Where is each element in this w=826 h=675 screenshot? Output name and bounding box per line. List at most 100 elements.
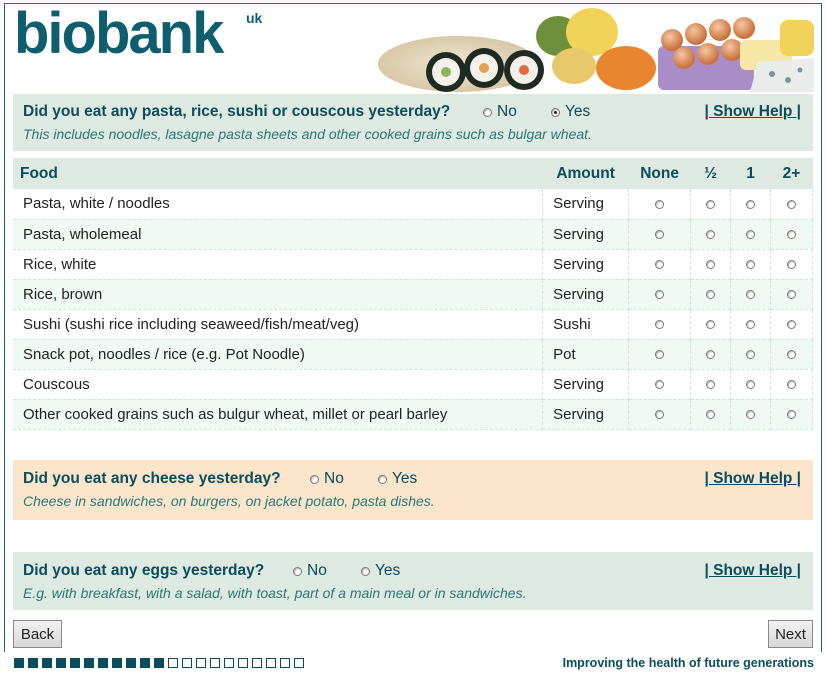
portion-radio-two-plus[interactable] xyxy=(787,380,796,390)
progress-step-done xyxy=(154,658,164,668)
food-table: Food Amount None ½ 1 2+ Pasta, white / n… xyxy=(13,158,813,430)
portion-radio-none[interactable] xyxy=(655,230,665,240)
food-name: Pasta, wholemeal xyxy=(13,219,544,250)
eggs-show-help-link[interactable]: | Show Help | xyxy=(704,562,801,580)
portion-cell-half xyxy=(690,399,732,430)
question-cheese-text: Did you eat any cheese yesterday? xyxy=(23,470,281,487)
portion-radio-one[interactable] xyxy=(746,350,756,360)
food-row: Rice, brown Serving xyxy=(13,279,813,310)
food-name: Pasta, white / noodles xyxy=(13,189,544,220)
food-amount: Serving xyxy=(542,249,630,280)
portion-radio-none[interactable] xyxy=(655,410,665,420)
question-eggs-note: E.g. with breakfast, with a salad, with … xyxy=(23,585,527,601)
portion-radio-one[interactable] xyxy=(746,199,756,209)
food-table-header: Food Amount None ½ 1 2+ xyxy=(13,158,813,189)
portion-cell-none xyxy=(628,339,692,370)
pasta-show-help-link[interactable]: | Show Help | xyxy=(704,103,801,121)
portion-radio-one[interactable] xyxy=(746,410,756,420)
food-row: Sushi (sushi rice including seaweed/fish… xyxy=(13,309,813,340)
food-name: Couscous xyxy=(13,369,544,400)
cheese-no-option[interactable]: No xyxy=(310,470,344,488)
portion-cell-two-plus xyxy=(770,189,813,220)
food-amount: Serving xyxy=(542,369,630,400)
portion-cell-one xyxy=(730,279,771,310)
portion-cell-none xyxy=(628,249,692,280)
progress-step-done xyxy=(28,658,38,668)
food-row: Pasta, wholemeal Serving xyxy=(13,219,813,250)
portion-radio-none[interactable] xyxy=(655,260,665,270)
header-none: None xyxy=(628,158,691,189)
portion-radio-none[interactable] xyxy=(655,320,665,330)
portion-cell-two-plus xyxy=(770,369,813,400)
progress-step-todo xyxy=(196,658,206,668)
portion-radio-two-plus[interactable] xyxy=(787,410,796,420)
portion-radio-half[interactable] xyxy=(706,290,716,300)
portion-cell-half xyxy=(690,249,732,280)
portion-cell-two-plus xyxy=(770,279,813,310)
portion-cell-none xyxy=(628,279,692,310)
pasta-no-label: No xyxy=(497,103,517,120)
pasta-yes-label: Yes xyxy=(565,103,591,120)
pasta-yes-option[interactable]: Yes xyxy=(551,103,590,121)
progress-step-todo xyxy=(182,658,192,668)
portion-cell-two-plus xyxy=(770,219,813,250)
header-two-plus: 2+ xyxy=(770,158,813,189)
biobank-logo: biobank xyxy=(14,1,224,66)
portion-cell-half xyxy=(690,219,732,250)
portion-radio-half[interactable] xyxy=(706,380,716,390)
portion-radio-one[interactable] xyxy=(746,290,756,300)
back-button[interactable]: Back xyxy=(13,620,62,648)
header-one: 1 xyxy=(730,158,771,189)
portion-radio-two-plus[interactable] xyxy=(787,199,796,209)
food-amount: Serving xyxy=(542,219,630,250)
question-cheese-note: Cheese in sandwiches, on burgers, on jac… xyxy=(23,493,435,509)
pasta-yes-radio[interactable] xyxy=(551,107,560,117)
progress-step-todo xyxy=(266,658,276,668)
portion-radio-half[interactable] xyxy=(706,260,716,270)
portion-radio-one[interactable] xyxy=(746,380,756,390)
portion-cell-one xyxy=(730,309,771,340)
eggs-no-option[interactable]: No xyxy=(293,562,327,580)
question-pasta-note: This includes noodles, lasagne pasta she… xyxy=(23,126,592,142)
portion-radio-half[interactable] xyxy=(706,350,716,360)
portion-radio-two-plus[interactable] xyxy=(787,320,796,330)
portion-radio-one[interactable] xyxy=(746,320,756,330)
eggs-yes-radio[interactable] xyxy=(361,566,370,576)
portion-radio-none[interactable] xyxy=(655,199,665,209)
portion-cell-two-plus xyxy=(770,249,813,280)
pasta-no-radio[interactable] xyxy=(483,107,492,117)
portion-radio-two-plus[interactable] xyxy=(787,260,796,270)
portion-radio-half[interactable] xyxy=(706,199,716,209)
portion-cell-none xyxy=(628,309,692,340)
portion-radio-none[interactable] xyxy=(655,350,665,360)
portion-radio-none[interactable] xyxy=(655,380,665,390)
food-name: Other cooked grains such as bulgur wheat… xyxy=(13,399,544,430)
pasta-no-option[interactable]: No xyxy=(483,103,517,121)
portion-radio-one[interactable] xyxy=(746,230,756,240)
portion-cell-one xyxy=(730,369,771,400)
portion-radio-none[interactable] xyxy=(655,290,665,300)
cheese-yes-label: Yes xyxy=(392,470,418,487)
footer-tagline: Improving the health of future generatio… xyxy=(562,656,814,670)
question-eggs-section: Did you eat any eggs yesterday? No Yes |… xyxy=(13,552,813,610)
portion-radio-half[interactable] xyxy=(706,230,716,240)
eggs-yes-option[interactable]: Yes xyxy=(361,562,400,580)
logo-uk-suffix: uk xyxy=(246,10,263,26)
portion-cell-none xyxy=(628,219,692,250)
header-half: ½ xyxy=(690,158,731,189)
portion-radio-half[interactable] xyxy=(706,410,716,420)
next-button[interactable]: Next xyxy=(768,620,813,648)
cheese-no-radio[interactable] xyxy=(310,474,319,484)
portion-radio-two-plus[interactable] xyxy=(787,350,796,360)
question-cheese-section: Did you eat any cheese yesterday? No Yes… xyxy=(13,460,813,520)
eggs-no-radio[interactable] xyxy=(293,566,302,576)
cheese-yes-option[interactable]: Yes xyxy=(378,470,417,488)
portion-radio-two-plus[interactable] xyxy=(787,290,796,300)
portion-radio-two-plus[interactable] xyxy=(787,230,796,240)
portion-radio-one[interactable] xyxy=(746,260,756,270)
portion-cell-half xyxy=(690,339,732,370)
cheese-show-help-link[interactable]: | Show Help | xyxy=(704,470,801,488)
cheese-yes-radio[interactable] xyxy=(378,474,387,484)
portion-radio-half[interactable] xyxy=(706,320,716,330)
food-amount: Serving xyxy=(542,399,630,430)
